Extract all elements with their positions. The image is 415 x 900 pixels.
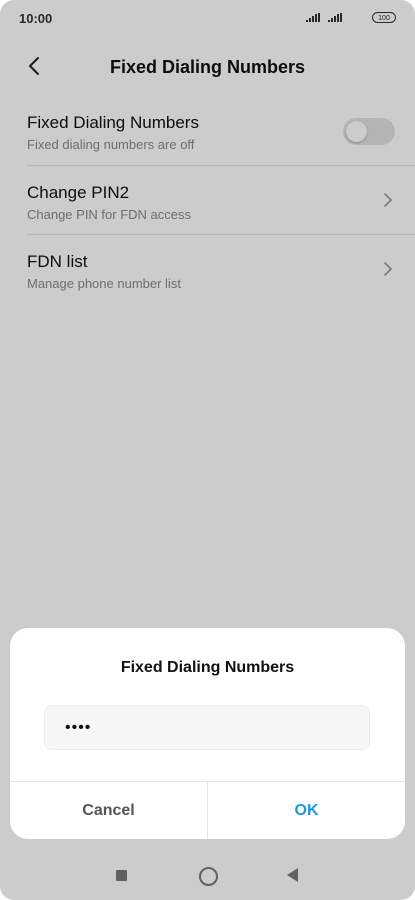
ok-button[interactable]: OK (208, 782, 405, 839)
pin-dialog: Fixed Dialing Numbers •••• Cancel OK (10, 628, 405, 839)
cancel-button[interactable]: Cancel (10, 782, 207, 839)
dialog-title: Fixed Dialing Numbers (120, 659, 295, 676)
screen: 10:00 100 Fixed Dialing Numbers Fixed Di… (0, 0, 415, 900)
pin-input[interactable]: •••• (44, 705, 370, 750)
pin-value: •••• (65, 719, 92, 736)
